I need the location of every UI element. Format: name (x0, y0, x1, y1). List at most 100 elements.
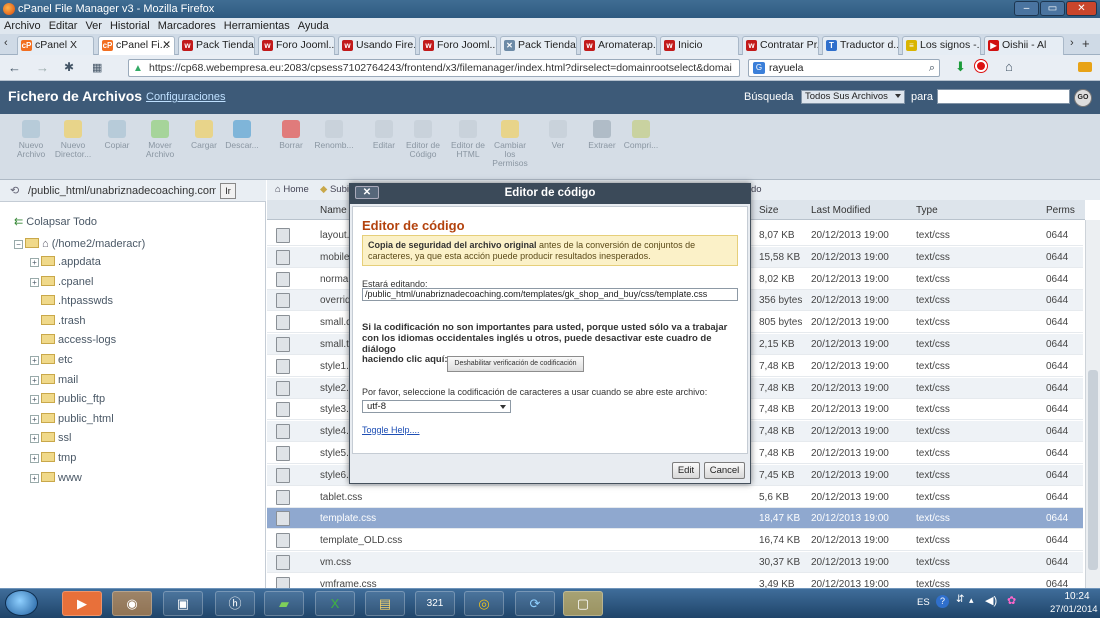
browser-tab[interactable]: wPack Tienda... (178, 36, 255, 55)
tray-app-icon[interactable]: ✿ (1007, 594, 1016, 607)
menu-icon[interactable] (1078, 62, 1092, 72)
close-tab-icon[interactable]: ✕ (162, 37, 171, 54)
clock-date[interactable]: 27/01/2014 (1050, 604, 1098, 615)
expand-node-icon[interactable]: + (30, 376, 39, 385)
browser-tab[interactable]: w Usando Fire... (338, 36, 416, 55)
firefox-taskbar-icon[interactable]: ◉ (112, 591, 152, 616)
home-icon[interactable]: ⌂ (1005, 59, 1013, 74)
expand-node-icon[interactable]: + (30, 454, 39, 463)
expand-node-icon[interactable]: + (30, 258, 39, 267)
edit-button[interactable]: Edit (672, 462, 700, 479)
app-taskbar-icon[interactable]: ▢ (563, 591, 603, 616)
file-row[interactable]: tablet.css 5,6 KB 20/12/2013 19:00 text/css… (267, 487, 1083, 508)
explorer-taskbar-icon[interactable]: ▣ (163, 591, 203, 616)
search-scope-select[interactable]: Todos Sus Archivos (801, 90, 905, 104)
search-icon[interactable]: ⌕ (929, 60, 935, 76)
forward-icon[interactable]: → (36, 60, 49, 75)
menu-ver[interactable]: Ver (81, 18, 106, 34)
start-button[interactable] (5, 590, 38, 616)
tree-item[interactable]: + .appdata (30, 256, 101, 268)
toolbar-button[interactable]: Borrar (271, 120, 311, 150)
browser-tab[interactable]: T Traductor d... (822, 36, 899, 55)
tree-item[interactable]: + tmp (30, 452, 76, 464)
go-path-button[interactable]: Ir (220, 183, 236, 199)
toolbar-button[interactable]: Descar... (222, 120, 262, 150)
notes-taskbar-icon[interactable]: ▰ (264, 591, 304, 616)
back-icon[interactable]: ← (8, 60, 21, 75)
media-player-icon[interactable]: ▶ (62, 591, 102, 616)
expand-node-icon[interactable]: + (30, 395, 39, 404)
toolbar-button[interactable]: Editor de HTML (448, 120, 488, 159)
addons-icon[interactable]: ✱ (64, 60, 74, 74)
volume-icon[interactable]: ◀) (985, 594, 997, 607)
file-row[interactable]: template.css 18,47 KB 20/12/2013 19:00 text… (267, 508, 1083, 529)
dialog-close-button[interactable]: ✕ (355, 186, 379, 199)
toolbar-button[interactable]: Mover Archivo (140, 120, 180, 159)
menu-editar[interactable]: Editar (45, 18, 82, 34)
file-search-input[interactable] (937, 89, 1070, 104)
toolbar-button[interactable]: Nuevo Archivo (11, 120, 51, 159)
network-icon[interactable]: ⇵ (956, 594, 964, 605)
expand-node-icon[interactable]: + (30, 474, 39, 483)
scrollbar-thumb[interactable] (1088, 370, 1098, 570)
tree-item[interactable]: .htpasswds (30, 295, 113, 307)
collapse-node-icon[interactable]: − (14, 240, 23, 249)
file-row[interactable]: template_OLD.css 16,74 KB 20/12/2013 19:00… (267, 530, 1083, 551)
tree-item[interactable]: + www (30, 472, 82, 484)
disable-encoding-check-button[interactable]: Deshabilitar verificación de codificació… (447, 356, 584, 372)
editing-path-field[interactable]: /public_html/unabriznadecoaching.com/tem… (362, 288, 738, 301)
menu-ayuda[interactable]: Ayuda (294, 18, 333, 34)
record-icon[interactable] (975, 60, 987, 72)
collapse-all-link[interactable]: ⇇ Colapsar Todo (14, 216, 97, 228)
clock-time[interactable]: 10:24 (1059, 591, 1095, 602)
tree-item[interactable]: + public_ftp (30, 393, 105, 405)
toolbar-button[interactable]: Editar (364, 120, 404, 150)
toolbar-button[interactable]: Cambiar los Permisos (490, 120, 530, 168)
tree-item[interactable]: + ssl (30, 432, 71, 444)
toolbar-button[interactable]: Copiar (97, 120, 137, 150)
browser-tab[interactable]: ✕Pack Tienda... (500, 36, 577, 55)
browser-tab[interactable]: cP cPanel Fi... ✕ (98, 36, 175, 55)
language-indicator[interactable]: ES (917, 597, 930, 608)
col-size[interactable]: Size (759, 205, 778, 216)
network-taskbar-icon[interactable]: ⟳ (515, 591, 555, 616)
browser-tab[interactable]: w Inicio (660, 36, 739, 55)
menu-archivo[interactable]: Archivo (0, 18, 45, 34)
browser-search-input[interactable]: G rayuela ⌕ (748, 59, 940, 77)
col-name[interactable]: Name (320, 205, 347, 216)
tab-scroll-left-icon[interactable]: ‹ (4, 37, 14, 49)
folders-taskbar-icon[interactable]: ▤ (365, 591, 405, 616)
col-type[interactable]: Type (916, 205, 938, 216)
toolbar-button[interactable]: Extraer (582, 120, 622, 150)
toolbar-button[interactable]: Ver (538, 120, 578, 150)
settings-link[interactable]: Configuraciones (146, 91, 226, 103)
browser-tab[interactable]: w Contratar Pr... (742, 36, 819, 55)
menu-marcadores[interactable]: Marcadores (154, 18, 220, 34)
toolbar-button[interactable]: Compri... (621, 120, 661, 150)
toggle-help-link[interactable]: Toggle Help.... (362, 425, 420, 435)
menu-historial[interactable]: Historial (106, 18, 154, 34)
close-window-button[interactable]: ✕ (1066, 1, 1097, 16)
go-button[interactable]: GO (1074, 89, 1092, 107)
menu-herramientas[interactable]: Herramientas (220, 18, 294, 34)
tree-item[interactable]: + public_html (30, 413, 114, 425)
search-engine-icon[interactable]: G (753, 62, 765, 74)
bookmarks-icon[interactable]: ▦ (92, 61, 102, 74)
calendar-taskbar-icon[interactable]: 321 (415, 591, 455, 616)
toolbar-button[interactable]: Editor de Código (403, 120, 443, 159)
help-icon[interactable]: ? (936, 595, 949, 608)
browser-tab[interactable]: w Foro Jooml... (258, 36, 335, 55)
new-tab-icon[interactable]: + (1082, 36, 1094, 51)
minimize-button[interactable]: – (1014, 1, 1039, 16)
chrome-taskbar-icon[interactable]: ◎ (464, 591, 504, 616)
tab-scroll-right-icon[interactable]: › (1070, 37, 1080, 49)
tree-item[interactable]: + mail (30, 374, 78, 386)
hp-taskbar-icon[interactable]: ⓗ (215, 591, 255, 616)
show-hidden-icon[interactable]: ▴ (969, 595, 974, 606)
download-arrow-icon[interactable]: ⬇ (955, 59, 966, 75)
tree-item[interactable]: .trash (30, 315, 86, 327)
file-list-scrollbar[interactable] (1085, 220, 1100, 588)
tree-item[interactable]: + etc (30, 354, 73, 366)
toolbar-button[interactable]: Cargar (184, 120, 224, 150)
excel-taskbar-icon[interactable]: X (315, 591, 355, 616)
